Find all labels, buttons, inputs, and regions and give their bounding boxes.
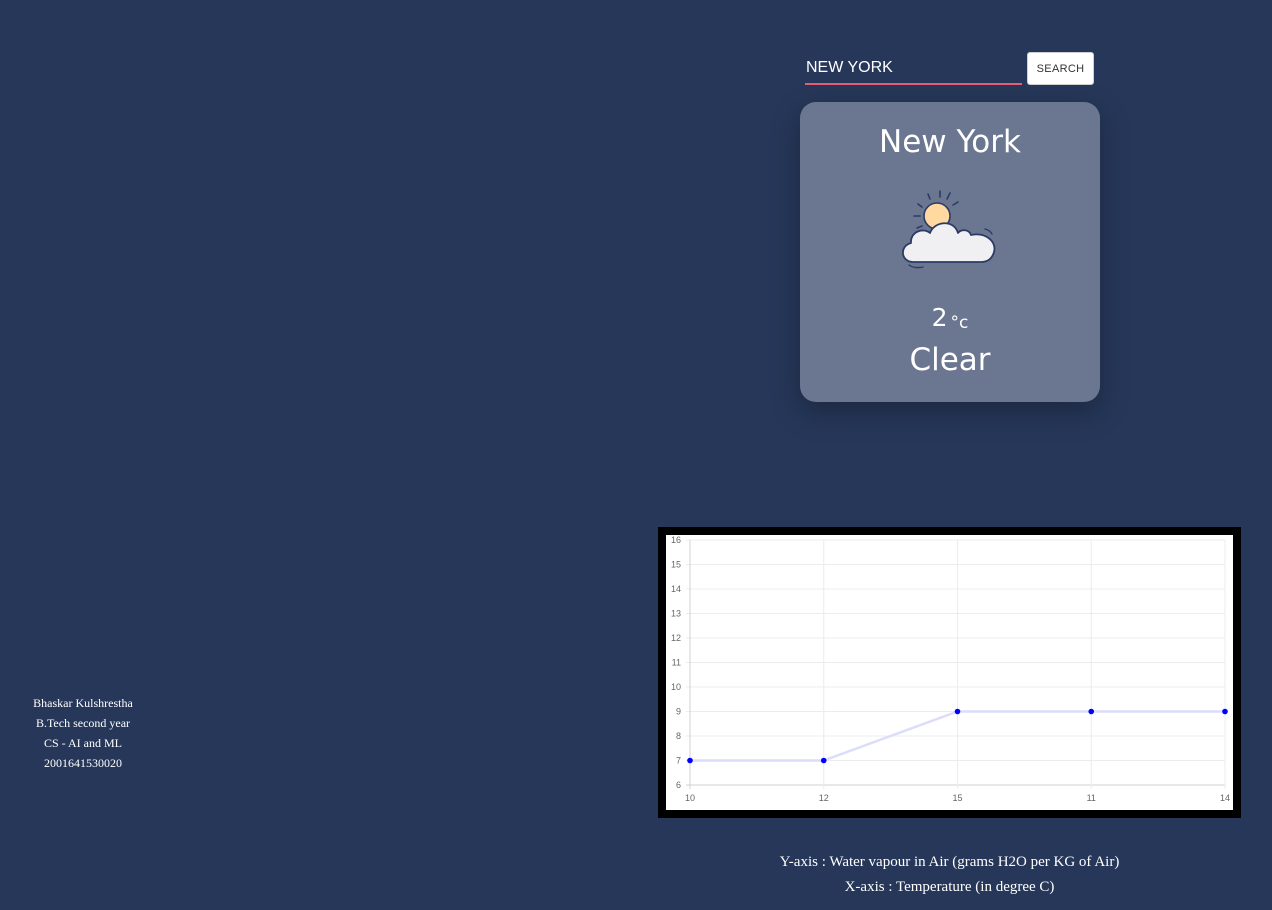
x-tick-label: 15 <box>952 793 962 803</box>
water-vapour-chart: 6 7 8 9 10 11 12 13 14 15 16 10 12 15 11 14 <box>671 535 1230 803</box>
author-course: B.Tech second year <box>35 716 131 730</box>
search-button[interactable]: SEARCH <box>1027 52 1094 85</box>
x-tick-label: 14 <box>1220 793 1230 803</box>
data-point <box>1222 708 1228 715</box>
x-axis-note: X-axis : Temperature (in degree C) <box>844 879 1055 895</box>
city-search-input[interactable] <box>805 52 1022 85</box>
author-name: Bhaskar Kulshrestha <box>33 696 133 710</box>
x-tick-label: 11 <box>1087 793 1096 803</box>
y-tick-label: 13 <box>671 609 681 619</box>
y-tick-label: 10 <box>671 682 681 692</box>
data-point <box>954 708 961 715</box>
y-tick-label: 8 <box>676 731 681 741</box>
chart-frame: 6 7 8 9 10 11 12 13 14 15 16 10 12 15 11 14 <box>658 527 1241 818</box>
y-tick-label: 6 <box>676 780 681 790</box>
y-axis-note: Y-axis : Water vapour in Air (grams H2O … <box>779 854 1120 870</box>
partly-cloudy-icon <box>902 190 996 269</box>
y-tick-label: 16 <box>671 535 681 545</box>
data-point <box>1088 708 1095 715</box>
temperature-unit: °c <box>950 313 969 333</box>
data-point <box>687 757 693 764</box>
y-tick-label: 12 <box>671 633 681 643</box>
x-tick-label: 12 <box>819 793 829 803</box>
y-tick-label: 11 <box>672 658 681 668</box>
data-point <box>820 757 827 764</box>
temperature-value: 2 <box>931 303 948 332</box>
chart-area: 6 7 8 9 10 11 12 13 14 15 16 10 12 15 11 14 <box>666 535 1233 810</box>
author-info: Bhaskar Kulshrestha B.Tech second year C… <box>0 693 166 773</box>
temperature: 2 °c <box>800 302 1100 339</box>
search-bar: SEARCH <box>805 52 1095 88</box>
author-roll-number: 2001641530020 <box>44 756 122 770</box>
author-branch: CS - AI and ML <box>44 736 122 750</box>
weather-card: New York 2 °c Clear <box>800 102 1100 402</box>
y-tick-label: 7 <box>676 756 681 766</box>
y-tick-label: 14 <box>671 584 681 594</box>
x-tick-label: 10 <box>685 793 695 803</box>
y-tick-label: 9 <box>676 707 681 717</box>
y-tick-label: 15 <box>671 560 681 570</box>
weather-condition: Clear <box>909 342 991 378</box>
city-name: New York <box>879 124 1021 160</box>
